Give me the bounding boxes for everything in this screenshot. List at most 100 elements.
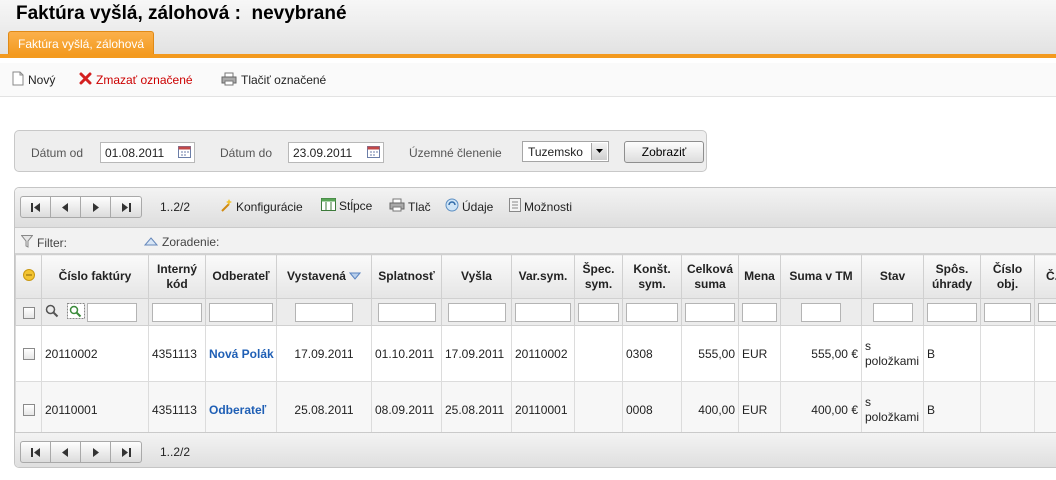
col-header-const-sym[interactable]: Konšt. sym. [622, 254, 682, 299]
grid-print-button[interactable]: Tlač [389, 198, 431, 215]
new-button[interactable]: Nový [12, 71, 55, 89]
cell-var-sym: 20110002 [511, 325, 575, 382]
col-header-var-sym[interactable]: Var.sym. [511, 254, 575, 299]
options-document-icon [509, 198, 521, 215]
delete-selected-button[interactable]: Zmazať označené [79, 71, 193, 89]
search-constsym-input[interactable] [626, 302, 678, 322]
show-button[interactable]: Zobraziť [624, 141, 704, 163]
cell-payment: B [923, 325, 981, 382]
customer-link[interactable]: Odberateľ [205, 381, 277, 438]
search-totaltm-input[interactable] [801, 302, 841, 322]
grid-filter-toggle[interactable]: Filter: [20, 235, 67, 251]
col-header-advance[interactable]: Č. zá [1034, 254, 1056, 299]
col-header-sent[interactable]: Vyšla [441, 254, 512, 299]
col-header-payment[interactable]: Spôs. úhrady [923, 254, 981, 299]
search-add-icon[interactable] [67, 302, 85, 322]
last-page-icon [122, 447, 131, 457]
prev-page-icon [62, 202, 68, 212]
filter-sort-bar: Filter: Zoradenie: [15, 228, 1056, 254]
search-icon[interactable] [45, 304, 59, 321]
search-specsym-input[interactable] [578, 302, 619, 322]
search-issued-input[interactable] [295, 302, 353, 322]
search-customer-input[interactable] [209, 302, 273, 322]
search-row-checkbox[interactable] [22, 306, 35, 319]
calendar-icon[interactable] [367, 146, 380, 161]
grid-bottom-toolbar: 1..2/2 [15, 432, 1056, 467]
cell-issued: 17.09.2011 [276, 325, 372, 382]
col-header-customer[interactable]: Odberateľ [205, 254, 277, 299]
search-total-input[interactable] [685, 302, 735, 322]
search-invoice-input[interactable] [87, 302, 137, 322]
filter-label: Filter: [37, 236, 67, 250]
status-circle-icon [22, 268, 35, 281]
next-page-icon [93, 202, 99, 212]
table-header-row: Číslo faktúry Interný kód Odberateľ Vyst… [15, 254, 1056, 299]
search-advance-input[interactable] [1038, 302, 1056, 322]
territory-select[interactable]: Tuzemsko [522, 141, 609, 162]
page-title: Faktúra vyšlá, zálohová : nevybrané [16, 3, 347, 24]
date-to-field[interactable]: 23.09.2011 [288, 142, 384, 163]
first-page-button[interactable] [21, 197, 51, 217]
col-header-order-no[interactable]: Číslo obj. [980, 254, 1035, 299]
cell-advance [1034, 325, 1056, 382]
search-currency-input[interactable] [742, 302, 777, 322]
next-page-button[interactable] [81, 197, 111, 217]
config-button[interactable]: Konfigurácie [219, 198, 303, 215]
cell-total-tm: 555,00 € [780, 325, 862, 382]
col-header-status[interactable]: Stav [861, 254, 924, 299]
cell-total: 555,00 [681, 325, 739, 382]
options-button[interactable]: Možnosti [509, 198, 572, 215]
table-row[interactable]: 20110002 4351113 Nová Polák 17.09.2011 0… [15, 325, 1056, 382]
funnel-icon [20, 235, 34, 251]
col-header-internal-code[interactable]: Interný kód [148, 254, 206, 299]
data-button[interactable]: Údaje [445, 198, 493, 215]
search-sent-input[interactable] [447, 302, 506, 322]
cell-sent: 25.08.2011 [441, 381, 512, 438]
search-status-input[interactable] [872, 302, 913, 322]
grid-sort-toggle[interactable]: Zoradenie: [143, 235, 219, 249]
next-page-button[interactable] [81, 442, 111, 462]
calendar-icon[interactable] [178, 146, 191, 161]
print-selected-button[interactable]: Tlačiť označené [221, 71, 326, 89]
search-due-input[interactable] [377, 302, 436, 322]
row-checkbox[interactable] [22, 404, 35, 417]
search-internal-input[interactable] [152, 302, 202, 322]
next-page-icon [93, 447, 99, 457]
pager-nav [20, 196, 142, 218]
last-page-button[interactable] [111, 442, 141, 462]
customer-link[interactable]: Nová Polák [205, 325, 277, 382]
first-page-button[interactable] [21, 442, 51, 462]
print-selected-label: Tlačiť označené [241, 73, 327, 87]
grid-top-toolbar: 1..2/2 Konfigurácie Stĺpce Tlač Údaje Mo… [15, 188, 1056, 228]
table-row[interactable]: 20110001 4351113 Odberateľ 25.08.2011 08… [15, 381, 1056, 438]
cell-order-no [980, 325, 1035, 382]
search-select-cell [15, 298, 42, 326]
col-header-due[interactable]: Splatnosť [371, 254, 442, 299]
row-checkbox[interactable] [22, 348, 35, 361]
cell-payment: B [923, 381, 981, 438]
tab-invoice[interactable]: Faktúra vyšlá, zálohová [8, 31, 155, 55]
printer-icon [221, 72, 237, 89]
col-header-total[interactable]: Celková suma [681, 254, 739, 299]
printer-icon [389, 198, 405, 215]
header-select-all[interactable] [15, 254, 42, 299]
col-header-issued-label: Vystavená [287, 268, 346, 283]
date-from-field[interactable]: 01.08.2011 [100, 142, 195, 163]
search-order-input[interactable] [984, 302, 1031, 322]
prev-page-button[interactable] [51, 442, 81, 462]
col-header-total-tm[interactable]: Suma v TM [780, 254, 862, 299]
cell-advance [1034, 381, 1056, 438]
columns-label: Stĺpce [339, 199, 373, 213]
columns-button[interactable]: Stĺpce [321, 198, 372, 214]
col-header-invoice-no[interactable]: Číslo faktúry [41, 254, 149, 299]
chevron-down-icon[interactable] [591, 143, 607, 160]
cell-due: 08.09.2011 [371, 381, 442, 438]
search-varsym-input[interactable] [515, 302, 571, 322]
col-header-spec-sym[interactable]: Špec. sym. [574, 254, 623, 299]
prev-page-button[interactable] [51, 197, 81, 217]
col-header-currency[interactable]: Mena [738, 254, 781, 299]
col-header-issued[interactable]: Vystavená [276, 254, 372, 299]
search-advance-cell [1034, 298, 1056, 326]
search-payment-input[interactable] [927, 302, 977, 322]
last-page-button[interactable] [111, 197, 141, 217]
